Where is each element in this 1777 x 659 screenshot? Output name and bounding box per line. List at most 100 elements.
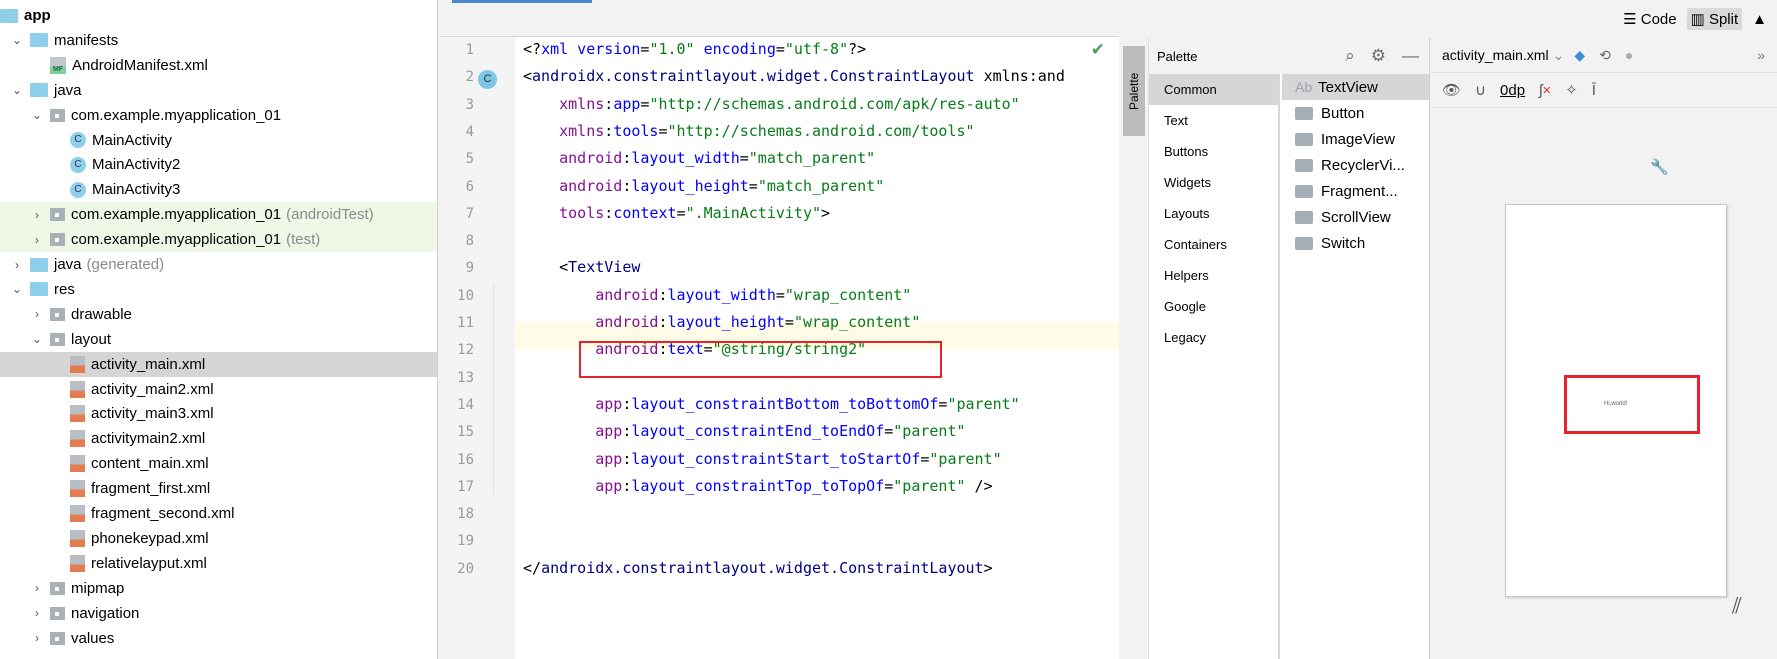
chevron-down-icon[interactable]: ⌄	[10, 282, 24, 296]
class-gutter-icon[interactable]: C	[478, 70, 497, 89]
palette-category[interactable]: Common	[1149, 74, 1278, 105]
chevron-down-icon[interactable]: ⌄	[10, 83, 24, 97]
chevron-right-icon[interactable]: ›	[30, 581, 44, 595]
code-mode-button[interactable]: ☰ Code	[1619, 8, 1680, 30]
palette-category[interactable]: Layouts	[1149, 198, 1278, 229]
preview-textview[interactable]: Hi,world!	[1604, 401, 1627, 407]
palette-item[interactable]: ImageView	[1282, 126, 1429, 152]
tree-item-suffix: (test)	[286, 231, 321, 249]
tree-item-label: activitymain2.xml	[91, 430, 206, 448]
palette-category[interactable]: Containers	[1149, 229, 1278, 260]
tree-item[interactable]: › com.example.myapplication_01 (test)	[0, 227, 437, 253]
code-line[interactable]: android:layout_height="wrap_content"	[523, 313, 920, 331]
tree-item[interactable]: › java (generated)	[0, 252, 437, 277]
palette-category[interactable]: Text	[1149, 105, 1278, 136]
overflow-icon[interactable]: »	[1757, 47, 1765, 63]
tree-item[interactable]: › drawable	[0, 302, 437, 327]
palette-category[interactable]: Legacy	[1149, 322, 1278, 353]
theme-icon[interactable]: ●	[1625, 47, 1633, 63]
code-line[interactable]: app:layout_constraintTop_toTopOf="parent…	[523, 477, 992, 495]
tree-item[interactable]: ⌄ manifests	[0, 28, 437, 53]
palette-item[interactable]: RecyclerVi...	[1282, 152, 1429, 178]
tree-item[interactable]: relativelayput.xml	[0, 551, 437, 576]
tree-item[interactable]: › values	[0, 626, 437, 651]
palette-category[interactable]: Google	[1149, 291, 1278, 322]
code-line[interactable]: android:layout_width="wrap_content"	[523, 286, 911, 304]
code-line[interactable]: xmlns:tools="http://schemas.android.com/…	[523, 122, 974, 140]
tree-item[interactable]: ⌄ com.example.myapplication_01	[0, 103, 437, 128]
palette-category[interactable]: Helpers	[1149, 260, 1278, 291]
design-mode-icon[interactable]: ▲	[1748, 9, 1771, 30]
tree-item[interactable]: activity_main3.xml	[0, 401, 437, 426]
tree-item[interactable]: app	[0, 3, 437, 28]
gear-icon[interactable]: ⚙	[1371, 46, 1386, 66]
code-editor[interactable]: 1 2 3 4 5 6 7 8 9 10 11 12 13 14 15 16 17 18 19 20 <?xml ve…	[440, 0, 1119, 659]
code-line[interactable]: app:layout_constraintStart_toStartOf="pa…	[523, 450, 1001, 468]
chevron-right-icon[interactable]: ›	[10, 258, 24, 272]
palette-category[interactable]: Buttons	[1149, 136, 1278, 167]
chevron-down-icon[interactable]: ⌄	[30, 332, 44, 346]
palette-item[interactable]: ScrollView	[1282, 204, 1429, 230]
code-line[interactable]: tools:context=".MainActivity">	[523, 204, 830, 222]
clear-constraints-icon[interactable]: ʃ×	[1539, 82, 1551, 99]
code-line[interactable]: app:layout_constraintBottom_toBottomOf="…	[523, 395, 1019, 413]
chevron-down-icon[interactable]: ⌄	[30, 108, 44, 122]
orientation-icon[interactable]: ⟲	[1599, 47, 1611, 64]
tree-item-suffix: (generated)	[86, 256, 165, 273]
tree-item[interactable]: MF AndroidManifest.xml	[0, 53, 437, 78]
chevron-down-icon[interactable]: ⌄	[10, 33, 24, 47]
design-subtoolbar: 👁 ∪ 0dp ʃ× ✧ Ī	[1432, 73, 1777, 108]
palette-category[interactable]: Widgets	[1149, 167, 1278, 198]
chevron-right-icon[interactable]: ›	[30, 307, 44, 321]
tree-item[interactable]: ⌄ res	[0, 277, 437, 302]
palette-tab[interactable]: Palette	[1123, 46, 1145, 136]
code-line[interactable]: <androidx.constraintlayout.widget.Constr…	[523, 67, 1065, 85]
palette-item[interactable]: Fragment...	[1282, 178, 1429, 204]
code-line[interactable]: android:layout_width="match_parent"	[523, 149, 875, 167]
search-icon[interactable]: ⌕	[1345, 46, 1355, 66]
tree-item[interactable]: › navigation	[0, 601, 437, 626]
chevron-right-icon[interactable]: ›	[30, 208, 44, 222]
tree-item[interactable]: fragment_first.xml	[0, 476, 437, 501]
device-preview[interactable]: Hi,world!	[1505, 204, 1727, 597]
chevron-right-icon[interactable]: ›	[30, 606, 44, 620]
code-line[interactable]: <TextView	[523, 258, 640, 276]
tree-item[interactable]: › mipmap	[0, 576, 437, 601]
minimize-icon[interactable]: —	[1402, 46, 1419, 66]
tree-item[interactable]: activity_main2.xml	[0, 377, 437, 402]
tree-item[interactable]: › com.example.myapplication_01 (androidTes…	[0, 202, 437, 228]
package-icon	[50, 233, 65, 247]
file-selector[interactable]: activity_main.xml	[1442, 47, 1549, 63]
tree-item[interactable]: C MainActivity3	[0, 177, 437, 202]
palette-item[interactable]: Ab TextView	[1282, 74, 1429, 100]
chevron-right-icon[interactable]: ›	[30, 233, 44, 247]
resize-handle[interactable]: ⫽	[1732, 593, 1742, 619]
code-line[interactable]: app:layout_constraintEnd_toEndOf="parent…	[523, 422, 965, 440]
tree-item[interactable]: fragment_second.xml	[0, 501, 437, 526]
tree-item[interactable]: activitymain2.xml	[0, 426, 437, 451]
tree-item[interactable]: content_main.xml	[0, 451, 437, 476]
code-line[interactable]: xmlns:app="http://schemas.android.com/ap…	[523, 95, 1020, 113]
wrench-icon[interactable]: 🔧	[1650, 158, 1669, 176]
tree-item[interactable]: C MainActivity2	[0, 152, 437, 177]
code-line[interactable]: android:layout_height="match_parent"	[523, 177, 884, 195]
tree-item[interactable]: activity_main.xml	[0, 351, 437, 377]
chevron-right-icon[interactable]: ›	[30, 631, 44, 645]
split-mode-button[interactable]: ▥ Split	[1686, 8, 1743, 30]
tree-item[interactable]: ⌄ java	[0, 78, 437, 103]
layers-icon[interactable]: ◆	[1574, 47, 1585, 64]
code-line[interactable]: </androidx.constraintlayout.widget.Const…	[523, 559, 993, 577]
infer-constraints-icon[interactable]: ✧	[1565, 81, 1578, 99]
tree-item[interactable]: C MainActivity	[0, 128, 437, 153]
palette-item[interactable]: Button	[1282, 100, 1429, 126]
eye-icon[interactable]: 👁	[1442, 81, 1461, 99]
palette-item[interactable]: Switch	[1282, 230, 1429, 256]
line-number: 6	[465, 178, 474, 195]
tree-item[interactable]: phonekeypad.xml	[0, 526, 437, 551]
class-icon: C	[70, 132, 86, 148]
tree-item[interactable]: ⌄ layout	[0, 327, 437, 352]
default-margin[interactable]: 0dp	[1500, 82, 1525, 99]
code-line[interactable]: <?xml version="1.0" encoding="utf-8"?>	[523, 40, 866, 58]
guidelines-icon[interactable]: Ī	[1592, 82, 1596, 99]
magnet-icon[interactable]: ∪	[1475, 81, 1486, 99]
